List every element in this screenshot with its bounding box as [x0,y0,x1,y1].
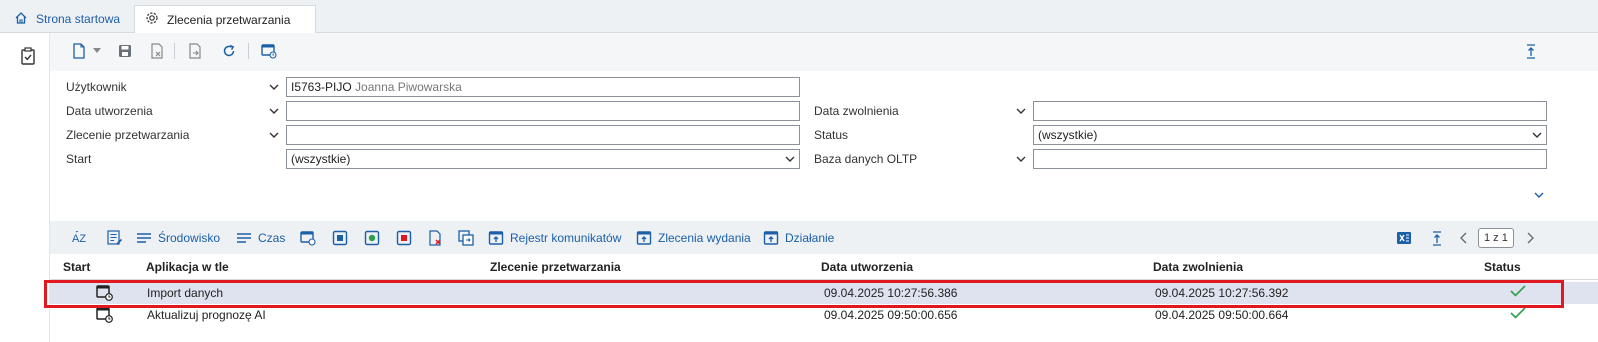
export-document-icon[interactable] [186,42,204,60]
tab-home[interactable]: Strona startowa [14,5,120,33]
tab-home-label: Strona startowa [36,12,121,26]
svg-text:AZ: AZ [72,233,86,245]
chevron-down-icon [785,150,795,168]
chevron-down-icon[interactable] [1016,101,1028,121]
release-date-label: Data zwolnienia [814,104,899,118]
column-header-order[interactable]: Zlecenie przetwarzania [490,254,621,280]
message-log-label: Rejestr komunikatów [510,231,622,245]
status-select-value: (wszystkie) [1038,128,1098,142]
chevron-down-icon[interactable] [1016,149,1028,169]
edit-columns-icon[interactable] [107,229,129,247]
column-header-created[interactable]: Data utworzenia [821,254,913,280]
chevron-left-icon[interactable] [1460,229,1474,247]
action-button[interactable]: Działanie [763,229,834,247]
message-log-button[interactable]: Rejestr komunikatów [488,229,621,247]
background-app-icon[interactable] [260,42,278,60]
column-header-released[interactable]: Data zwolnienia [1153,254,1243,280]
column-header-status[interactable]: Status [1484,254,1521,280]
check-icon [1510,306,1526,323]
environment-button[interactable]: Środowisko [136,229,220,247]
discard-icon[interactable] [148,42,166,60]
column-header-app[interactable]: Aplikacja w tle [146,254,229,280]
left-strip [0,33,50,342]
switch-window-icon[interactable] [458,229,480,247]
time-label: Czas [258,231,286,245]
chevron-right-icon[interactable] [1526,229,1540,247]
start-label: Start [66,152,92,166]
created-date-label: Data utworzenia [66,104,153,118]
user-field[interactable]: I5763-PIJO Joanna Piwowarska [286,77,800,97]
background-app-icon[interactable] [300,229,322,247]
sort-az-icon[interactable]: AZ [72,229,96,247]
release-orders-label: Zlecenia wydania [658,231,751,245]
expand-filters-icon[interactable] [1534,187,1544,201]
release-date-field[interactable] [1033,101,1547,121]
selection-highlight-frame [44,280,1564,308]
chevron-down-icon[interactable] [92,42,102,60]
start-select-value: (wszystkie) [291,152,351,166]
stop-icon[interactable] [332,229,354,247]
toolbar-separator [248,43,249,59]
new-document-icon[interactable] [70,42,88,60]
environment-label: Środowisko [158,231,221,245]
created-date-field[interactable] [286,101,800,121]
column-header-start[interactable]: Start [63,254,90,280]
pager[interactable]: 1 z 1 [1478,228,1514,248]
status-label: Status [814,128,849,142]
time-button[interactable]: Czas [236,229,285,247]
status-select[interactable]: (wszystkie) [1033,125,1547,145]
home-icon [14,11,36,28]
collapse-top-icon[interactable] [1522,42,1540,60]
oltp-database-label: Baza danych OLTP [814,152,918,166]
excel-export-icon[interactable] [1396,229,1418,247]
oltp-database-field[interactable] [1033,149,1547,169]
clipboard-check-icon[interactable] [20,47,36,68]
gear-icon [145,11,167,28]
action-label: Działanie [785,231,835,245]
start-select[interactable]: (wszystkie) [286,149,800,169]
chevron-down-icon[interactable] [269,101,281,121]
tab-processing-orders[interactable]: Zlecenia przetwarzania [134,5,316,33]
refresh-icon[interactable] [220,42,238,60]
filter-form: Użytkownik I5763-PIJO Joanna Piwowarska … [50,71,1598,221]
save-icon[interactable] [116,42,134,60]
user-code: I5763-PIJO [291,80,352,94]
chevron-down-icon [1532,126,1542,144]
toolbar [50,33,1598,71]
tab-processing-orders-label: Zlecenia przetwarzania [167,12,291,27]
release-orders-button[interactable]: Zlecenia wydania [636,229,751,247]
user-label: Użytkownik [66,80,127,94]
processing-order-label: Zlecenie przetwarzania [66,128,190,142]
toolbar-separator [174,43,175,59]
user-name: Joanna Piwowarska [355,80,462,94]
collapse-top-icon[interactable] [1430,229,1450,247]
table-header: Start Aplikacja w tle Zlecenie przetwarz… [50,254,1598,280]
processing-order-field[interactable] [286,125,800,145]
stop-red-icon[interactable] [396,229,418,247]
background-app-icon [96,306,114,324]
chevron-down-icon[interactable] [269,77,281,97]
start-green-icon[interactable] [364,229,386,247]
chevron-down-icon[interactable] [269,125,281,145]
delete-document-icon[interactable] [428,229,450,247]
tab-bar: Strona startowa Zlecenia przetwarzania [0,0,1598,33]
grid-toolbar: AZ Środowisko Czas Rejestr komunikatów Z… [50,221,1598,254]
